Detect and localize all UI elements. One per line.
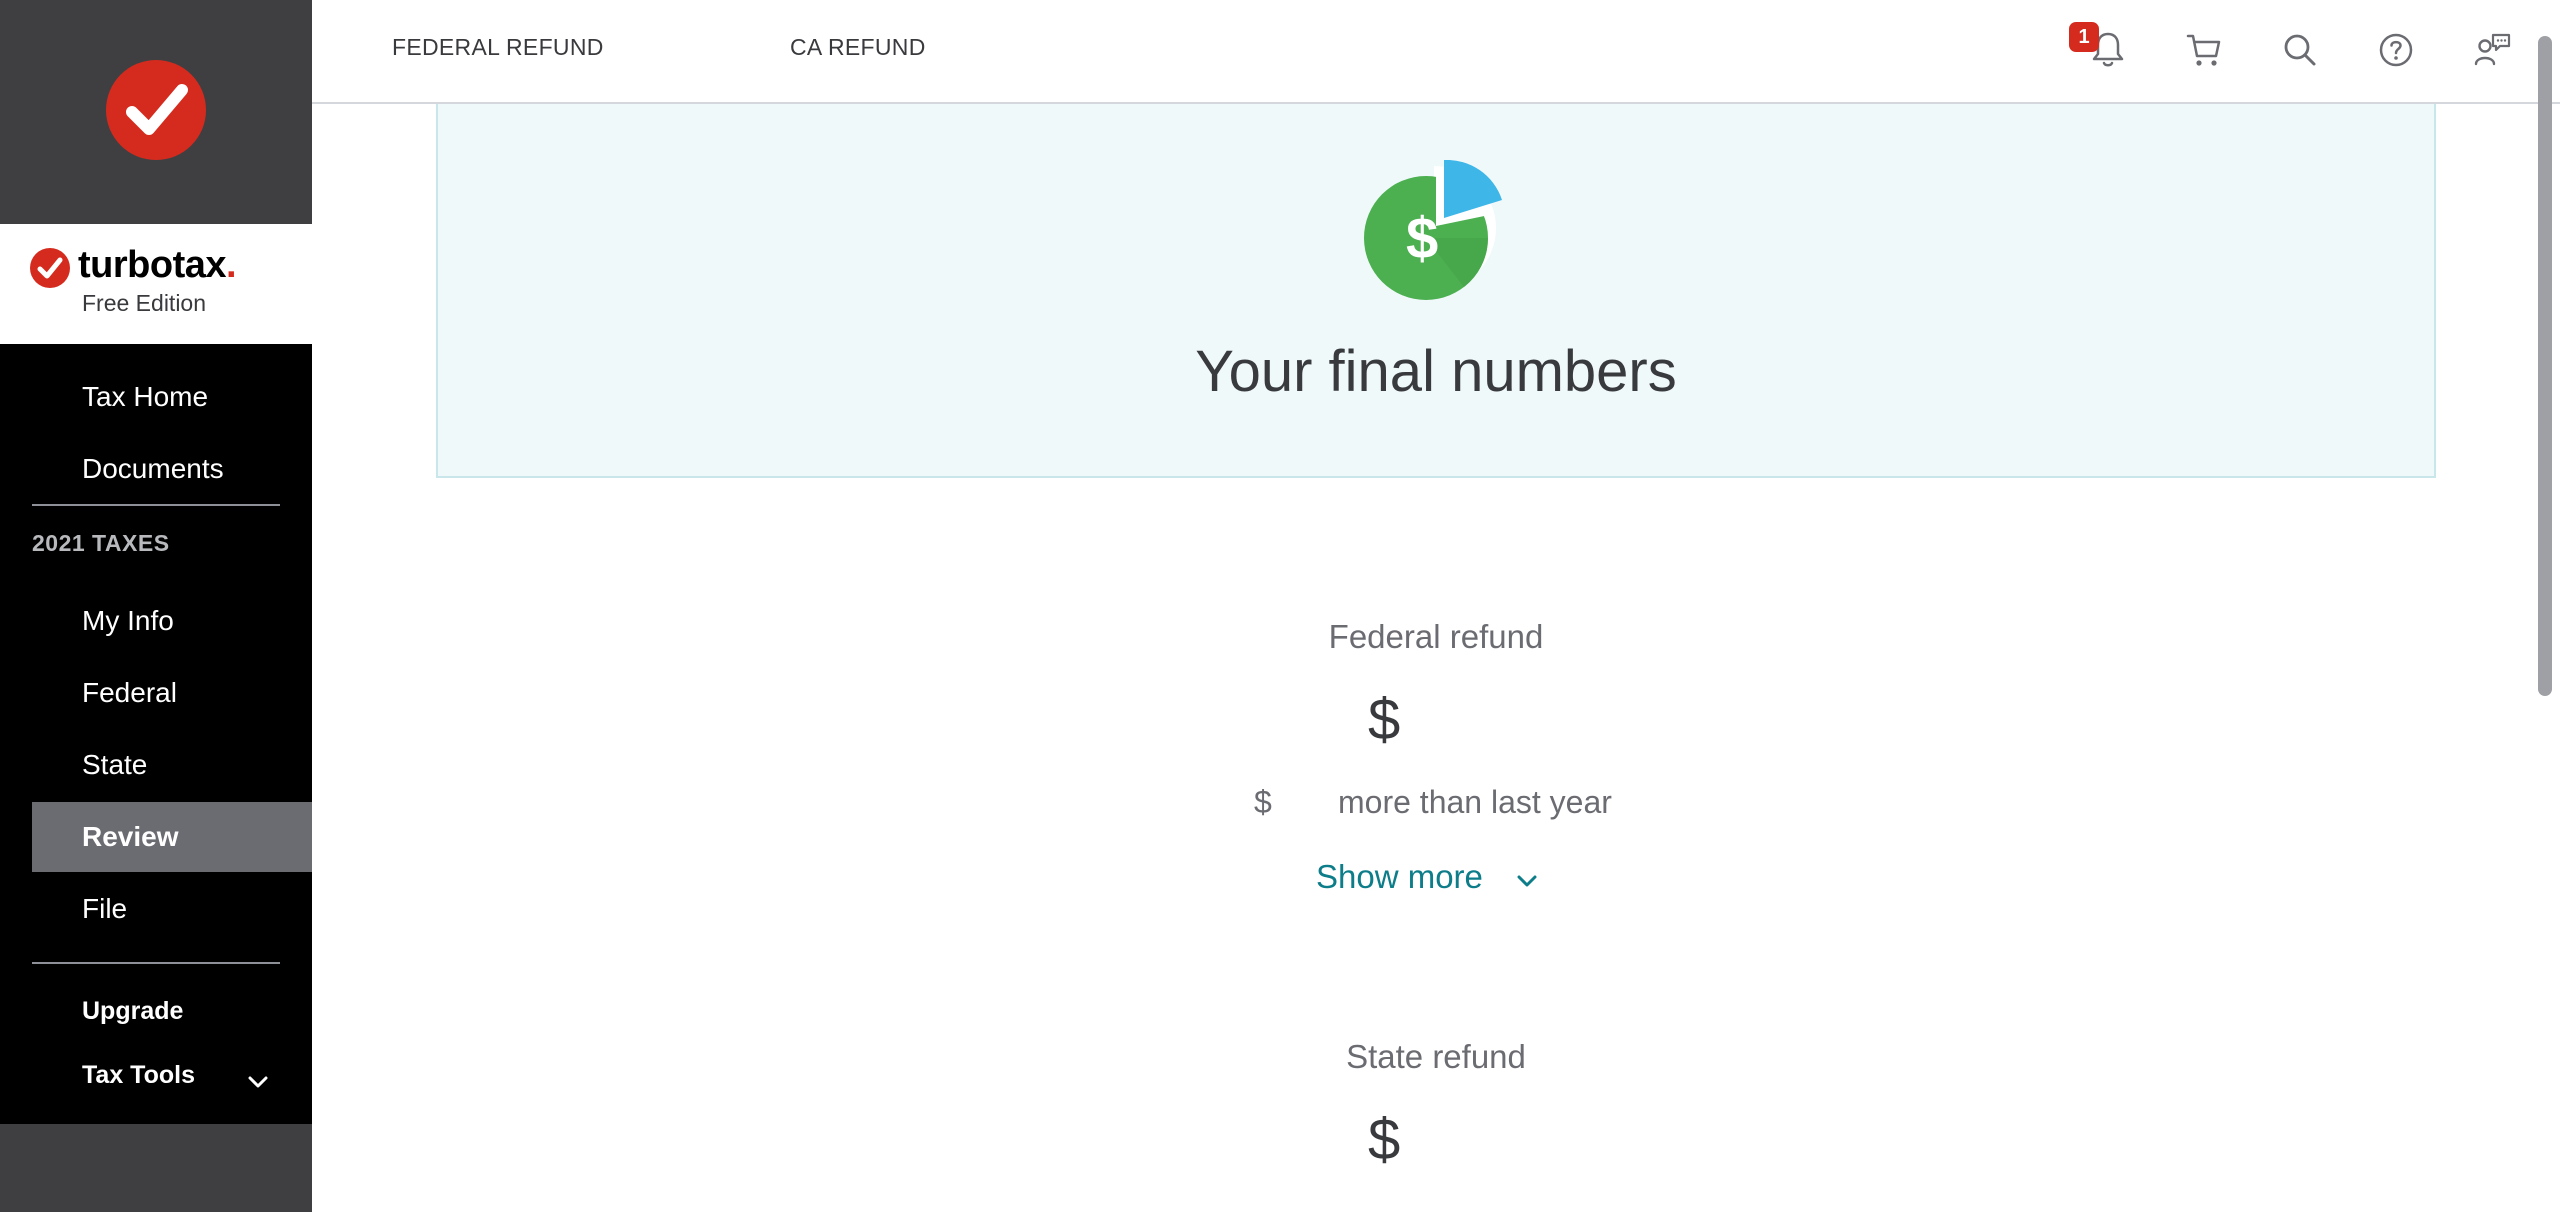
federal-diff-currency: $ bbox=[1254, 784, 1272, 820]
turbotax-check-logo-icon[interactable] bbox=[106, 60, 206, 160]
sidebar-item-file[interactable]: File bbox=[32, 874, 312, 944]
sidebar-item-federal[interactable]: Federal bbox=[32, 658, 312, 728]
show-more-link[interactable]: Show more bbox=[1316, 858, 1483, 896]
sidebar-item-upgrade[interactable]: Upgrade bbox=[32, 976, 312, 1046]
federal-refund-amount: $ bbox=[1368, 687, 1401, 752]
chat-expert-icon[interactable] bbox=[2468, 26, 2516, 74]
chevron-down-icon[interactable] bbox=[246, 1070, 270, 1094]
federal-diff-text: more than last year bbox=[1338, 784, 1612, 820]
state-refund-amount: $ bbox=[1368, 1107, 1401, 1172]
state-refund-label: State refund bbox=[1346, 1038, 1526, 1075]
tab-federal-refund[interactable]: FEDERAL REFUND bbox=[392, 34, 604, 61]
sidebar-item-tax-home[interactable]: Tax Home bbox=[32, 362, 312, 432]
sidebar: turbotax. Free Edition Tax Home Document… bbox=[0, 0, 312, 1212]
page-scrollbar[interactable] bbox=[2538, 36, 2552, 696]
tab-ca-refund[interactable]: CA REFUND bbox=[790, 34, 926, 61]
chevron-down-icon[interactable] bbox=[1514, 868, 1540, 894]
federal-refund-label: Federal refund bbox=[1328, 618, 1544, 655]
sidebar-divider bbox=[32, 504, 280, 506]
svg-text:$: $ bbox=[1406, 206, 1438, 271]
help-icon[interactable] bbox=[2372, 26, 2420, 74]
cart-icon[interactable] bbox=[2180, 26, 2228, 74]
money-pie-chart-icon: $ bbox=[1364, 160, 1502, 300]
sidebar-item-documents[interactable]: Documents bbox=[32, 434, 312, 504]
sidebar-nav: Tax Home Documents 2021 TAXES My Info Fe… bbox=[0, 344, 312, 1124]
sidebar-item-my-info[interactable]: My Info bbox=[32, 586, 312, 656]
brand-box: turbotax. Free Edition bbox=[0, 224, 312, 344]
brand-edition: Free Edition bbox=[82, 290, 207, 316]
sidebar-item-tax-tools[interactable]: Tax Tools bbox=[32, 1040, 312, 1110]
sidebar-item-state[interactable]: State bbox=[32, 730, 312, 800]
logo-area bbox=[0, 0, 312, 224]
page-title: Your final numbers bbox=[1195, 339, 1677, 404]
search-icon[interactable] bbox=[2276, 26, 2324, 74]
sidebar-item-review[interactable]: Review bbox=[32, 802, 312, 872]
sidebar-divider bbox=[32, 962, 280, 964]
notification-badge: 1 bbox=[2069, 22, 2099, 52]
brand-name: turbotax. bbox=[78, 244, 237, 286]
brand-check-icon bbox=[30, 248, 70, 288]
sidebar-section-label: 2021 TAXES bbox=[32, 530, 170, 556]
